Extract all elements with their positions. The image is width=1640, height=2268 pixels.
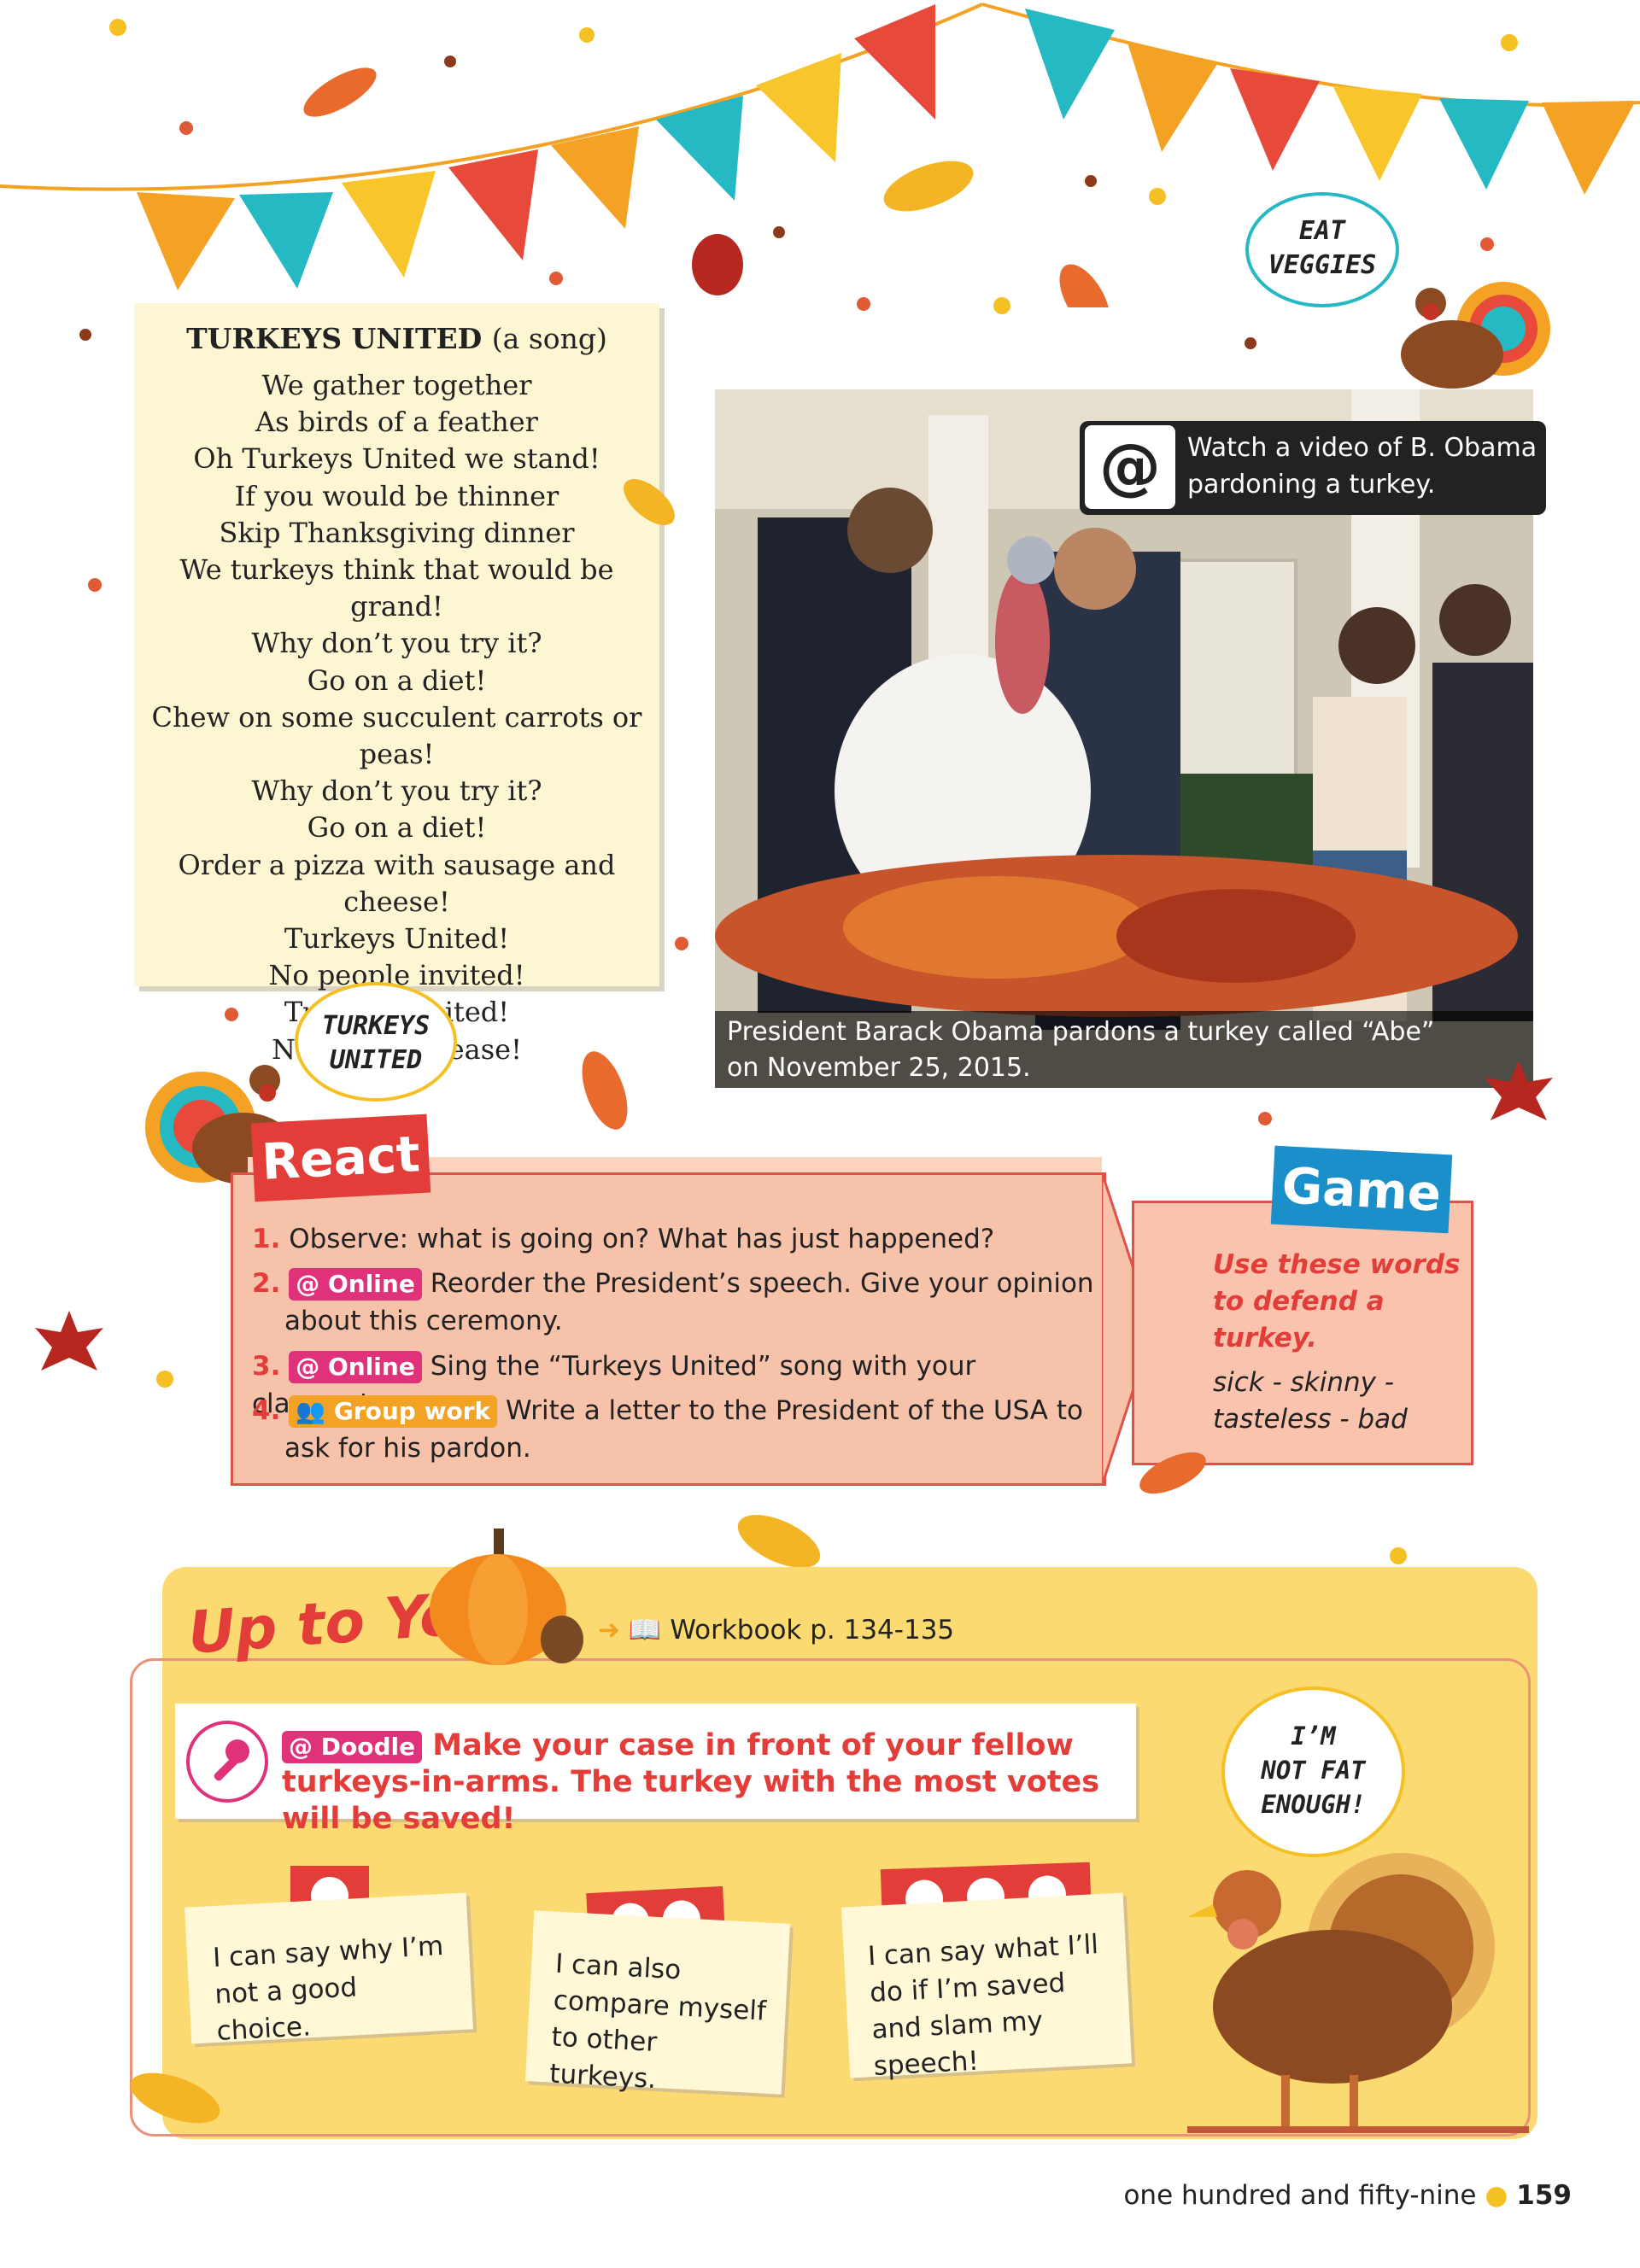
song-lyrics: We gather together As birds of a feather…: [134, 367, 659, 1068]
group-icon: 👥: [296, 1397, 334, 1425]
eat-veggies-bubble: EAT VEGGIES: [1245, 192, 1399, 307]
leaf-icon: [1139, 1452, 1206, 1494]
song-line: Skip Thanksgiving dinner: [219, 516, 575, 549]
at-icon: @: [1085, 425, 1175, 509]
item-number: 2.: [252, 1268, 281, 1299]
confetti-dot: [88, 578, 102, 592]
song-line: We turkeys think that would be grand!: [179, 553, 614, 623]
not-fat-bubble: I’M NOT FAT ENOUGH!: [1221, 1686, 1405, 1857]
confetti-dot: [675, 937, 688, 950]
footer-bullet: ●: [1485, 2180, 1508, 2211]
bubble-line: ENOUGH!: [1261, 1790, 1366, 1819]
running-turkey-icon: [1187, 1853, 1529, 2133]
page-footer: one hundred and fifty-nine ● 159: [1123, 2180, 1572, 2211]
song-line: Why don’t you try it?: [251, 775, 542, 808]
song-line: We gather together: [261, 369, 532, 401]
caption-line: President Barack Obama pardons a turkey …: [727, 1017, 1435, 1047]
turkey-icon: [1401, 282, 1550, 389]
game-words: sick - skinny - tasteless - bad: [1213, 1367, 1408, 1435]
bubble-line: TURKEYS: [321, 1011, 430, 1041]
react-title: React: [250, 1114, 431, 1202]
caption-line: on November 25, 2015.: [727, 1053, 1031, 1083]
workbook-text: Workbook p. 134-135: [670, 1615, 955, 1645]
confetti-dot: [1258, 1112, 1272, 1125]
song-line: Order a pizza with sausage and cheese!: [178, 848, 616, 918]
doodle-instructions: @ Doodle Make your case in front of your…: [282, 1727, 1128, 1838]
note-text: I can also compare myself to other turke…: [548, 1948, 767, 2095]
book-icon: 📖: [628, 1615, 662, 1645]
game-title: Game: [1270, 1145, 1453, 1234]
workbook-reference: ➜ 📖 Workbook p. 134-135: [598, 1614, 954, 1645]
page-number-words: one hundred and fifty-nine: [1123, 2180, 1477, 2211]
doodle-tag[interactable]: @ Doodle: [282, 1731, 423, 1763]
confetti-dot: [1245, 337, 1256, 349]
item-text: Write a letter to the President of the U…: [506, 1395, 1083, 1426]
song-title: TURKEYS UNITED (a song): [134, 322, 659, 355]
pumpkin-icon: [430, 1529, 583, 1665]
note-text: I can say what I’ll do if I’m saved and …: [867, 1929, 1099, 2083]
item-text-cont: ask for his pardon.: [284, 1433, 531, 1464]
bubble-line: NOT FAT: [1261, 1756, 1366, 1785]
note-card-2: I can also compare myself to other turke…: [524, 1910, 791, 2095]
song-line: Go on a diet!: [307, 811, 487, 845]
online-tag[interactable]: @ Online: [289, 1268, 422, 1301]
note-card-3: I can say what I’ll do if I’m saved and …: [840, 1892, 1133, 2082]
leaf-icon: [737, 1515, 821, 1568]
microphone-icon: [186, 1721, 268, 1803]
song-line: As birds of a feather: [255, 406, 538, 439]
song-line: Why don’t you try it?: [251, 627, 542, 660]
maple-leaf-icon: [35, 1311, 103, 1371]
leaf-icon: [624, 479, 675, 525]
item-number: 3.: [252, 1351, 281, 1382]
confetti-dot: [156, 1371, 173, 1388]
song-title-main: TURKEYS UNITED: [186, 322, 483, 355]
song-line: Go on a diet!: [307, 663, 487, 697]
online-tag[interactable]: @ Online: [289, 1351, 422, 1383]
song-line: Chew on some succulent carrots or peas!: [151, 700, 642, 771]
react-item-2: 2. @ Online Reorder the President’s spee…: [252, 1265, 1098, 1340]
video-text: Watch a video of B. Obama pardoning a tu…: [1187, 433, 1538, 500]
photo-caption: President Barack Obama pardons a turkey …: [715, 1011, 1533, 1088]
turkeys-united-bubble: TURKEYS UNITED: [295, 982, 457, 1102]
item-text-cont: about this ceremony.: [284, 1306, 563, 1336]
leaf-icon: [582, 1051, 628, 1130]
react-item-1: 1. Observe: what is going on? What has j…: [252, 1220, 1098, 1258]
bubble-line: UNITED: [329, 1045, 423, 1075]
song-line: Turkeys United!: [284, 922, 510, 956]
confetti-dot: [79, 329, 91, 341]
note-card-1: I can say why I’m not a good choice.: [184, 1892, 473, 2047]
song-line: Oh Turkeys United we stand!: [193, 442, 600, 476]
bubble-line: I’M: [1291, 1721, 1336, 1751]
maple-leaf-icon: [1485, 1061, 1553, 1120]
item-text: Reorder the President’s speech. Give you…: [430, 1268, 1094, 1299]
bubble-line: VEGGIES: [1268, 250, 1377, 280]
song-line: If you would be thinner: [234, 479, 559, 512]
item-number: 1.: [252, 1224, 281, 1254]
react-item-4: 4. 👥 Group work Write a letter to the Pr…: [252, 1392, 1098, 1467]
note-text: I can say why I’m not a good choice.: [212, 1930, 445, 2047]
bubble-line: EAT: [1298, 216, 1346, 246]
item-text: Observe: what is going on? What has just…: [289, 1224, 995, 1254]
item-number: 4.: [252, 1395, 281, 1426]
leaf-icon: [130, 2072, 220, 2124]
song-title-sub: (a song): [491, 322, 607, 355]
confetti-dot: [1390, 1547, 1407, 1564]
game-instructions: Use these words to defend a turkey.: [1213, 1249, 1461, 1353]
arrow-right-icon: ➜: [598, 1615, 620, 1645]
group-work-tag[interactable]: 👥 Group work: [289, 1395, 498, 1428]
group-work-label: Group work: [333, 1397, 491, 1425]
song-card: TURKEYS UNITED (a song) We gather togeth…: [134, 303, 659, 1066]
page-number: 159: [1516, 2180, 1572, 2211]
